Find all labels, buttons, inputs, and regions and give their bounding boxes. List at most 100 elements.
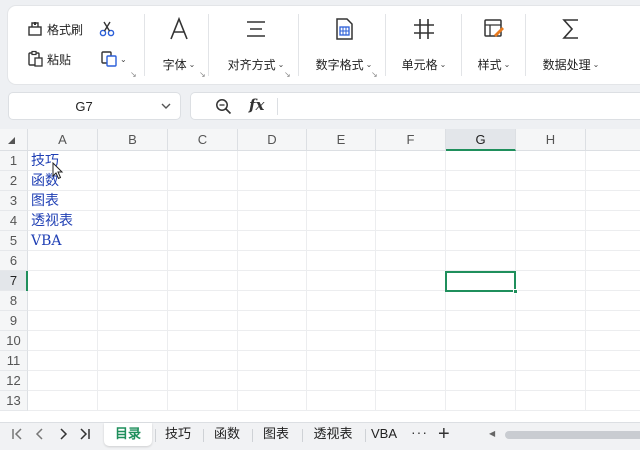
grid-cell[interactable] bbox=[376, 391, 446, 411]
grid-cell[interactable] bbox=[168, 371, 238, 391]
column-header-e[interactable]: E bbox=[307, 129, 376, 151]
grid-cell[interactable] bbox=[28, 271, 98, 291]
grid-cell[interactable] bbox=[586, 151, 640, 171]
grid-cell[interactable] bbox=[98, 171, 168, 191]
grid-cell[interactable] bbox=[238, 311, 307, 331]
format-painter-button[interactable]: 格式刷 bbox=[26, 20, 83, 38]
grid-cell[interactable] bbox=[307, 331, 376, 351]
grid-cell[interactable] bbox=[516, 331, 586, 351]
copy-button[interactable]: ⌄ bbox=[100, 50, 127, 68]
grid-cell[interactable] bbox=[168, 351, 238, 371]
select-all-corner[interactable] bbox=[0, 129, 28, 151]
row-header-6[interactable]: 6 bbox=[0, 251, 28, 271]
alignment-button[interactable]: 对齐方式 ⌄ bbox=[216, 14, 296, 73]
grid-cell[interactable] bbox=[98, 251, 168, 271]
grid-cell[interactable] bbox=[446, 291, 516, 311]
grid-cell[interactable] bbox=[238, 271, 307, 291]
row-header-7[interactable]: 7 bbox=[0, 271, 28, 291]
grid-cell[interactable] bbox=[238, 331, 307, 351]
grid-cell[interactable] bbox=[516, 251, 586, 271]
grid-cell[interactable] bbox=[98, 271, 168, 291]
grid-cell[interactable] bbox=[446, 351, 516, 371]
column-header-a[interactable]: A bbox=[28, 129, 98, 151]
grid-cell[interactable] bbox=[586, 251, 640, 271]
grid-cell[interactable] bbox=[28, 391, 98, 411]
row-header-4[interactable]: 4 bbox=[0, 211, 28, 231]
active-cell-g7[interactable] bbox=[445, 271, 518, 294]
grid-cell[interactable] bbox=[307, 171, 376, 191]
grid-cell[interactable] bbox=[168, 171, 238, 191]
grid-cell[interactable] bbox=[28, 291, 98, 311]
grid-cell[interactable] bbox=[446, 231, 516, 251]
sheet-tab-4[interactable]: 透视表 bbox=[303, 423, 363, 446]
grid-cell[interactable] bbox=[238, 251, 307, 271]
zoom-icon[interactable] bbox=[215, 98, 232, 120]
grid-cell[interactable] bbox=[516, 371, 586, 391]
grid-cell[interactable] bbox=[586, 391, 640, 411]
grid-cell[interactable] bbox=[516, 351, 586, 371]
row-header-12[interactable]: 12 bbox=[0, 371, 28, 391]
grid-cell[interactable] bbox=[238, 351, 307, 371]
grid-cell[interactable] bbox=[238, 391, 307, 411]
grid-cell[interactable] bbox=[446, 331, 516, 351]
grid-cell[interactable] bbox=[168, 151, 238, 171]
grid-cell[interactable] bbox=[168, 311, 238, 331]
grid-cell[interactable] bbox=[376, 371, 446, 391]
scroll-left-icon[interactable]: ◀ bbox=[489, 429, 495, 438]
grid-cell[interactable] bbox=[168, 251, 238, 271]
grid-cell[interactable] bbox=[586, 291, 640, 311]
column-header-b[interactable]: B bbox=[98, 129, 168, 151]
paste-button[interactable]: 粘贴 bbox=[26, 50, 71, 68]
grid-cell[interactable] bbox=[586, 331, 640, 351]
grid-cell[interactable] bbox=[168, 271, 238, 291]
grid-cell[interactable] bbox=[586, 211, 640, 231]
grid-cell[interactable] bbox=[28, 311, 98, 331]
grid-cell[interactable] bbox=[376, 251, 446, 271]
grid-cell[interactable] bbox=[446, 251, 516, 271]
grid-cell[interactable] bbox=[307, 231, 376, 251]
grid-cell[interactable] bbox=[168, 331, 238, 351]
sheet-tab-3[interactable]: 图表 bbox=[253, 423, 299, 446]
grid-cell[interactable] bbox=[376, 291, 446, 311]
grid-cell[interactable] bbox=[98, 351, 168, 371]
grid-cell[interactable] bbox=[168, 211, 238, 231]
row-header-3[interactable]: 3 bbox=[0, 191, 28, 211]
first-sheet-icon[interactable] bbox=[10, 427, 24, 444]
grid-cell[interactable] bbox=[376, 351, 446, 371]
grid-cell[interactable] bbox=[446, 191, 516, 211]
grid-cell[interactable] bbox=[376, 271, 446, 291]
column-header-g[interactable]: G bbox=[446, 129, 516, 151]
grid-cell[interactable] bbox=[516, 231, 586, 251]
grid-cell[interactable] bbox=[586, 311, 640, 331]
grid-cell[interactable] bbox=[516, 151, 586, 171]
grid-cell[interactable] bbox=[376, 311, 446, 331]
font-button[interactable]: 字体 ⌄ bbox=[152, 14, 206, 73]
grid-cell[interactable] bbox=[307, 371, 376, 391]
grid-cell[interactable] bbox=[98, 391, 168, 411]
grid-cell[interactable] bbox=[238, 171, 307, 191]
sheet-tab-5[interactable]: VBA bbox=[366, 423, 402, 446]
grid-cell[interactable] bbox=[446, 151, 516, 171]
cells-button[interactable]: 单元格 ⌄ bbox=[393, 14, 455, 73]
grid-cell[interactable] bbox=[586, 191, 640, 211]
sheet-tab-0[interactable]: 目录 bbox=[104, 423, 152, 446]
grid-cell[interactable] bbox=[238, 191, 307, 211]
last-sheet-icon[interactable] bbox=[78, 427, 92, 444]
insert-function-button[interactable]: fx bbox=[249, 96, 264, 114]
grid-cell[interactable] bbox=[307, 191, 376, 211]
grid-cell[interactable] bbox=[98, 371, 168, 391]
grid-cell[interactable] bbox=[168, 291, 238, 311]
more-sheets-button[interactable]: ··· bbox=[411, 424, 428, 440]
grid-cell[interactable] bbox=[516, 271, 586, 291]
grid-cell[interactable] bbox=[376, 231, 446, 251]
grid-cell[interactable] bbox=[98, 151, 168, 171]
column-header-c[interactable]: C bbox=[168, 129, 238, 151]
column-header-overflow[interactable] bbox=[586, 129, 640, 151]
fill-handle[interactable] bbox=[513, 289, 518, 294]
grid-cell[interactable] bbox=[307, 271, 376, 291]
grid-cell[interactable] bbox=[516, 171, 586, 191]
grid-cell[interactable] bbox=[98, 291, 168, 311]
grid-cell[interactable] bbox=[586, 171, 640, 191]
horizontal-scrollbar[interactable] bbox=[505, 431, 640, 439]
formula-input[interactable] bbox=[287, 99, 627, 115]
